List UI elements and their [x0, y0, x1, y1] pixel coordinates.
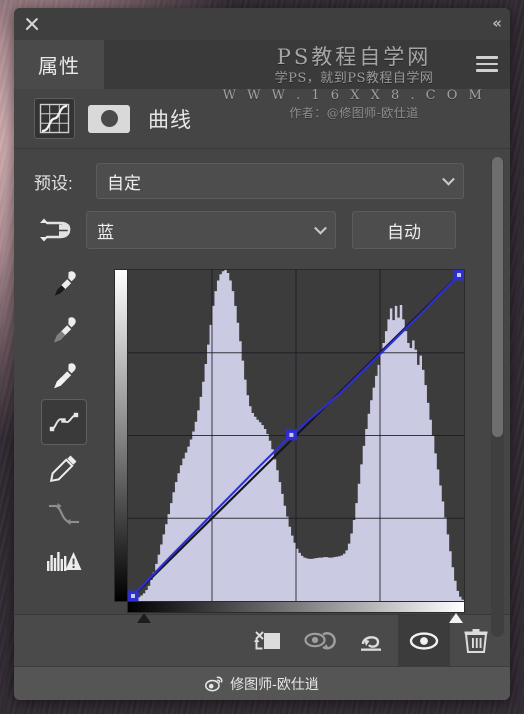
channel-select[interactable]: 蓝 — [86, 211, 336, 249]
auto-button[interactable]: 自动 — [352, 211, 456, 249]
black-point-slider[interactable] — [137, 613, 151, 623]
preset-label: 预设: — [34, 173, 73, 193]
curves-plot-area[interactable] — [127, 269, 465, 602]
output-gradient-bar — [114, 269, 127, 602]
tab-properties-label: 属性 — [38, 56, 80, 78]
target-adjustment-tool-icon[interactable] — [34, 212, 78, 248]
auto-button-label: 自动 — [387, 222, 421, 242]
histogram-warning-icon[interactable] — [41, 537, 87, 583]
panel-scrollbar-track[interactable] — [491, 157, 504, 637]
black-point-eyedropper-tool[interactable] — [41, 261, 87, 307]
black-white-point-sliders — [127, 613, 465, 627]
panel-scrollbar-thumb[interactable] — [492, 157, 503, 437]
white-point-slider[interactable] — [449, 613, 463, 623]
curve-point-tool[interactable] — [41, 399, 87, 445]
collapse-panel-icon[interactable]: « — [492, 16, 502, 31]
smooth-curve-tool[interactable] — [41, 491, 87, 537]
channel-value: 蓝 — [97, 222, 114, 242]
curves-tool-column — [34, 261, 94, 583]
preset-value: 自定 — [107, 173, 141, 193]
layer-mask-thumbnail[interactable] — [88, 104, 130, 133]
channel-row: 蓝 自动 — [34, 211, 464, 249]
pencil-draw-curve-tool[interactable] — [41, 445, 87, 491]
hamburger-line — [476, 62, 498, 66]
panel-body: 预设: 自定 蓝 自动 — [14, 149, 510, 637]
adjustment-header: 曲线 — [14, 89, 510, 149]
weibo-icon — [205, 675, 223, 692]
chevron-down-icon — [314, 221, 327, 235]
hamburger-line — [476, 69, 498, 72]
tab-properties[interactable]: 属性 — [14, 40, 104, 89]
preset-select[interactable]: 自定 — [96, 163, 464, 199]
white-point-eyedropper-tool[interactable] — [41, 353, 87, 399]
curves-graph — [114, 269, 466, 627]
preset-row: 预设: 自定 — [34, 163, 464, 199]
footer-credit-text: 修图师-欧仕逍 — [230, 675, 319, 692]
footer-credit: 修图师-欧仕逍 — [14, 666, 510, 700]
curves-adjustment-icon[interactable] — [34, 98, 75, 139]
chevron-down-icon — [442, 172, 455, 186]
adjustment-title: 曲线 — [148, 108, 192, 132]
hamburger-line — [476, 56, 498, 59]
properties-panel: « 属性 PS教程自学网 学PS，就到PS教程自学网 W W W . 1 6 X… — [14, 8, 510, 700]
mask-circle-shape — [100, 110, 118, 127]
input-gradient-bar — [127, 602, 465, 613]
panel-tab-strip: 属性 — [14, 40, 510, 89]
panel-menu-icon[interactable] — [476, 56, 498, 72]
curves-plot-svg — [128, 270, 464, 601]
panel-title-bar: « — [14, 8, 510, 40]
close-icon[interactable] — [21, 13, 43, 35]
gray-point-eyedropper-tool[interactable] — [41, 307, 87, 353]
